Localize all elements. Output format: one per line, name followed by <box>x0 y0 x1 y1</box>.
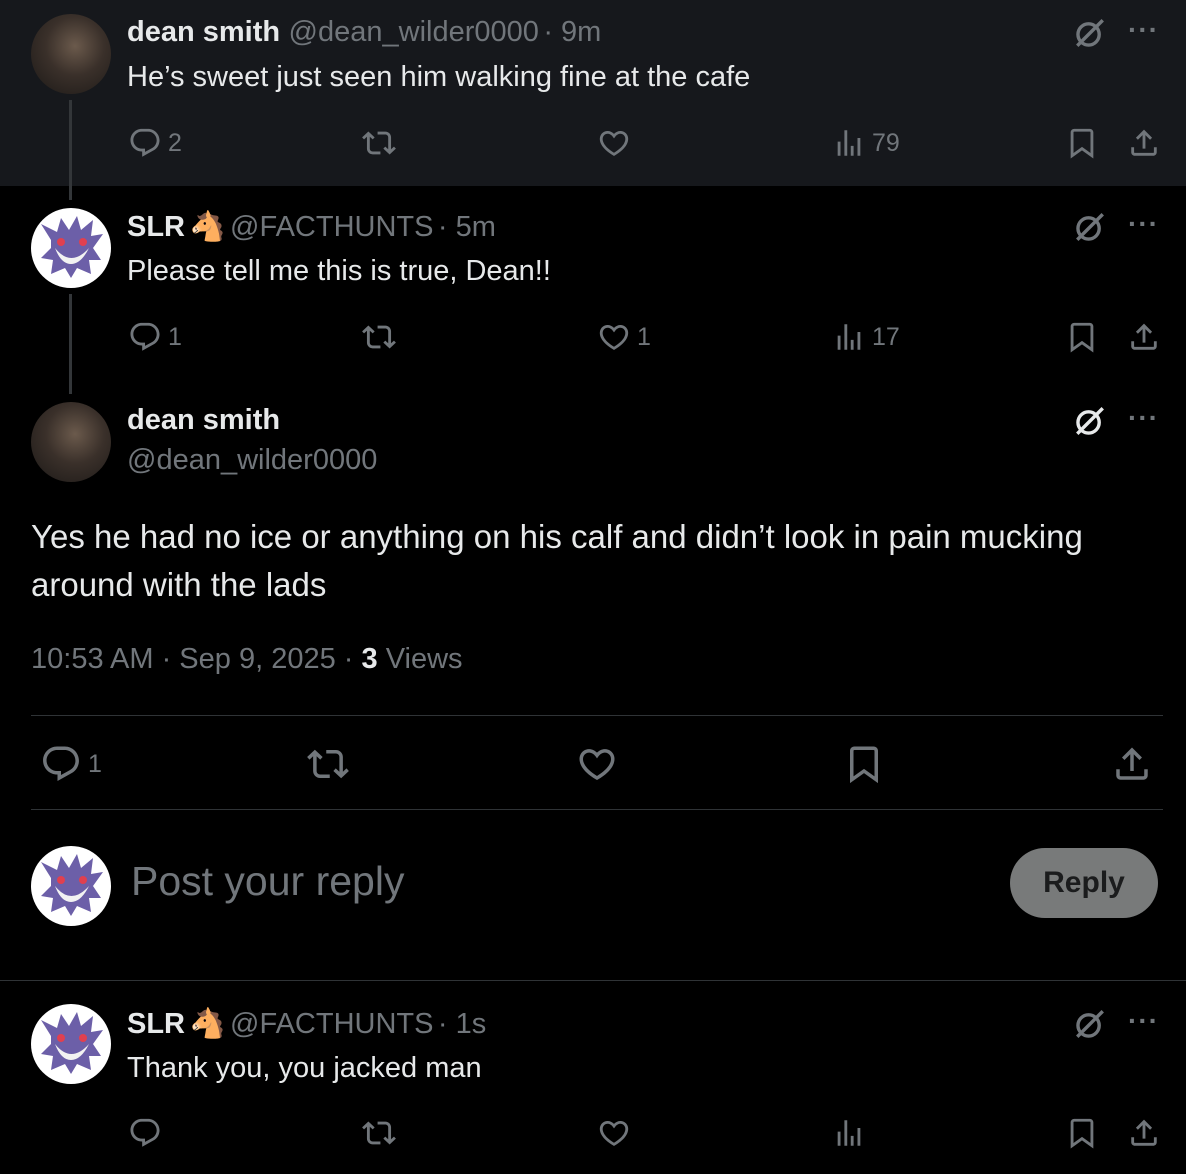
views-button[interactable]: 17 <box>832 320 900 354</box>
repost-icon <box>307 743 349 785</box>
bookmark-button[interactable] <box>1065 320 1099 354</box>
view-count: 17 <box>872 322 900 351</box>
avatar[interactable] <box>31 402 111 482</box>
author-handle[interactable]: @dean_wilder0000 <box>289 16 539 48</box>
reply-input[interactable]: Post your reply <box>131 858 404 905</box>
reply-submit-button[interactable]: Reply <box>1010 848 1158 918</box>
like-button[interactable] <box>576 743 618 785</box>
more-icon[interactable]: ··· <box>1128 208 1159 240</box>
analytics-icon <box>832 320 866 354</box>
share-button[interactable] <box>1127 320 1161 354</box>
repost-button[interactable] <box>362 126 396 160</box>
bookmark-icon <box>843 743 885 785</box>
grok-icon[interactable] <box>1073 210 1107 244</box>
views-count: 3 <box>361 643 378 675</box>
author-emoji: 🐴 <box>189 211 226 243</box>
reply-count: 1 <box>88 749 102 778</box>
share-button[interactable] <box>1127 1116 1161 1150</box>
avatar[interactable] <box>31 14 111 94</box>
post-text: Please tell me this is true, Dean!! <box>127 255 551 287</box>
post-slr-1s[interactable]: SLR 🐴 @FACTHUNTS · 1s Thank you, you jac… <box>0 981 1186 1174</box>
views-label: Views <box>385 643 463 675</box>
reply-button[interactable]: 2 <box>128 126 182 160</box>
reply-count: 1 <box>168 322 182 351</box>
avatar[interactable] <box>31 208 111 288</box>
views-button[interactable]: 79 <box>832 126 900 160</box>
author-name[interactable]: dean smith <box>127 404 280 437</box>
more-icon[interactable]: ··· <box>1128 402 1159 434</box>
author-name[interactable]: SLR <box>127 1008 185 1040</box>
reply-count: 2 <box>168 128 182 157</box>
heart-icon <box>576 743 618 785</box>
focused-post: dean smith @dean_wilder0000 ··· Yes he h… <box>0 380 1186 980</box>
grok-icon[interactable] <box>1073 1007 1107 1041</box>
share-button[interactable] <box>1111 743 1153 785</box>
author-handle[interactable]: @dean_wilder0000 <box>127 444 377 477</box>
bookmark-button[interactable] <box>843 743 885 785</box>
thread-line <box>69 100 72 200</box>
repost-button[interactable] <box>362 320 396 354</box>
divider <box>31 809 1163 810</box>
share-icon <box>1111 743 1153 785</box>
analytics-icon <box>832 126 866 160</box>
grok-icon[interactable] <box>1073 16 1107 50</box>
avatar[interactable] <box>31 1004 111 1084</box>
thread-line <box>69 294 72 394</box>
analytics-icon <box>832 1116 866 1150</box>
avatar[interactable] <box>31 846 111 926</box>
reply-button[interactable] <box>128 1116 162 1150</box>
view-count: 79 <box>872 128 900 157</box>
post-time[interactable]: · 5m <box>438 211 496 243</box>
more-icon[interactable]: ··· <box>1128 1005 1159 1037</box>
grok-icon[interactable] <box>1073 404 1107 438</box>
bookmark-icon <box>1065 126 1099 160</box>
bookmark-icon <box>1065 1116 1099 1150</box>
author-name[interactable]: dean smith <box>127 16 280 48</box>
like-button[interactable]: 1 <box>597 320 651 354</box>
share-icon <box>1127 126 1161 160</box>
reply-icon <box>40 743 82 785</box>
repost-icon <box>362 126 396 160</box>
views-button[interactable] <box>832 1116 866 1150</box>
repost-button[interactable] <box>362 1116 396 1150</box>
reply-icon <box>128 1116 162 1150</box>
post-dean-smith-9m[interactable]: dean smith @dean_wilder0000 · 9m He’s sw… <box>0 0 1186 200</box>
repost-icon <box>362 320 396 354</box>
reply-icon <box>128 126 162 160</box>
like-button[interactable] <box>597 126 631 160</box>
bookmark-icon <box>1065 320 1099 354</box>
heart-icon <box>597 320 631 354</box>
share-icon <box>1127 1116 1161 1150</box>
post-time[interactable]: · 1s <box>438 1008 486 1040</box>
post-time[interactable]: · 9m <box>543 16 601 48</box>
divider <box>31 715 1163 716</box>
share-button[interactable] <box>1127 126 1161 160</box>
post-timestamp[interactable]: 10:53 AM · Sep 9, 2025 · <box>31 643 353 675</box>
post-text: He’s sweet just seen him walking fine at… <box>127 61 751 93</box>
repost-button[interactable] <box>307 743 349 785</box>
heart-icon <box>597 1116 631 1150</box>
repost-icon <box>362 1116 396 1150</box>
more-icon[interactable]: ··· <box>1128 14 1159 46</box>
reply-button[interactable]: 1 <box>128 320 182 354</box>
focused-post-text: Yes he had no ice or anything on his cal… <box>31 518 1083 603</box>
author-emoji: 🐴 <box>189 1008 226 1040</box>
author-name[interactable]: SLR <box>127 211 185 243</box>
author-handle[interactable]: @FACTHUNTS <box>230 211 433 243</box>
like-button[interactable] <box>597 1116 631 1150</box>
bookmark-button[interactable] <box>1065 1116 1099 1150</box>
post-text: Thank you, you jacked man <box>127 1052 482 1084</box>
bookmark-button[interactable] <box>1065 126 1099 160</box>
heart-icon <box>597 126 631 160</box>
reply-button[interactable]: 1 <box>40 743 102 785</box>
author-handle[interactable]: @FACTHUNTS <box>230 1008 433 1040</box>
reply-icon <box>128 320 162 354</box>
post-slr-5m[interactable]: SLR 🐴 @FACTHUNTS · 5m Please tell me thi… <box>0 186 1186 394</box>
like-count: 1 <box>637 322 651 351</box>
share-icon <box>1127 320 1161 354</box>
